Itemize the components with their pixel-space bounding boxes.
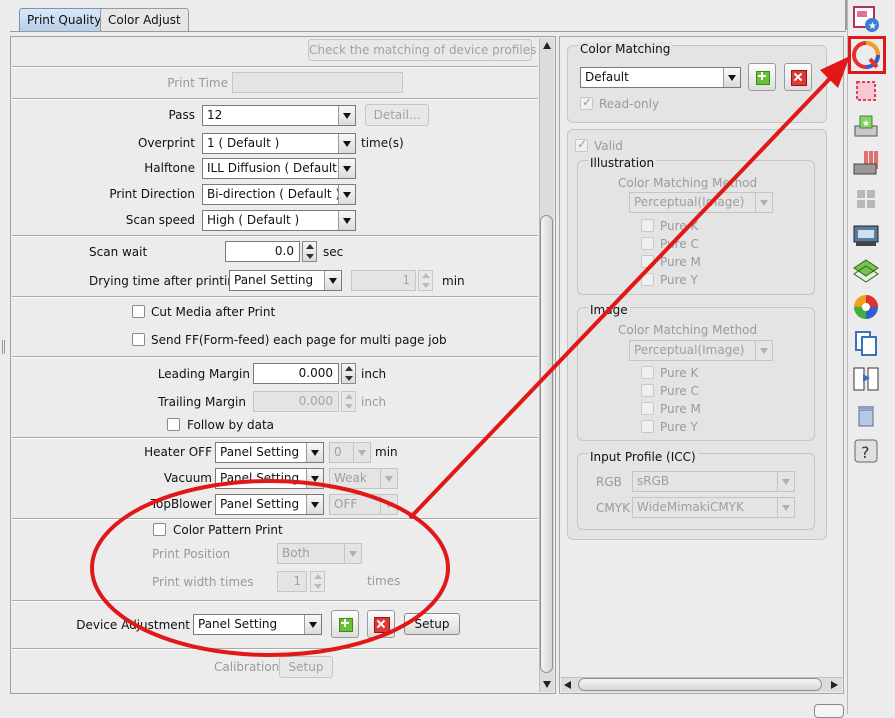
annotation-arrow-line [408,68,840,520]
annotation-ellipse [90,479,450,657]
annotation-overlay [90,56,850,657]
